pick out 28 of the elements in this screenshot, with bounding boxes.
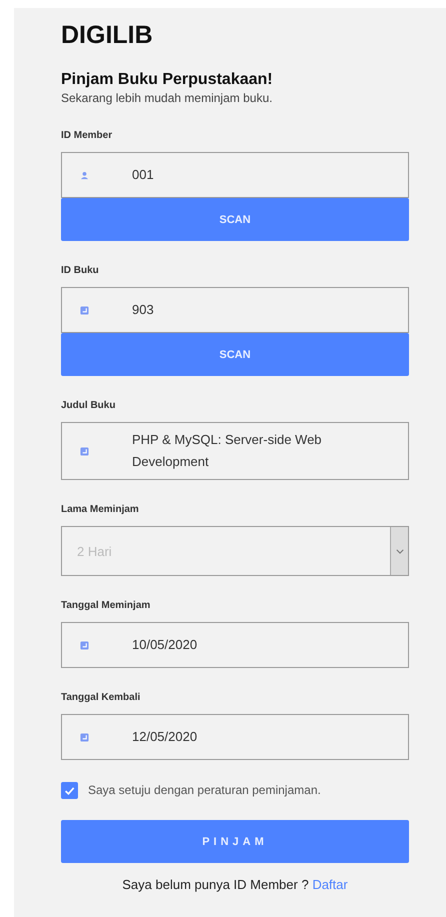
form-title: Pinjam Buku Perpustakaan! [61, 70, 274, 90]
input-field[interactable]: 12/05/2020 [61, 714, 409, 760]
square-icon [80, 446, 89, 456]
field-label: ID Member [61, 129, 114, 143]
input-field[interactable]: 903 [61, 287, 409, 333]
field-value: 10/05/2020 [132, 636, 198, 654]
input-field[interactable]: 10/05/2020 [61, 622, 409, 668]
signup-text: Saya belum punya ID Member ? Daftar [121, 877, 349, 893]
brand-title: DIGILIB [61, 20, 154, 50]
input-field[interactable]: PHP & MySQL: Server-side Web Development [61, 422, 409, 480]
checkbox-label: Saya setuju dengan peraturan peminjaman. [88, 783, 321, 797]
square-icon [80, 732, 89, 742]
field-value: 12/05/2020 [132, 728, 198, 746]
field-value: PHP & MySQL: Server-side Web Development [132, 431, 323, 471]
input-field[interactable]: 001 [61, 152, 409, 198]
field-label: Tanggal Kembali [61, 691, 142, 705]
field-value: 903 [132, 301, 154, 319]
square-icon [80, 306, 89, 314]
field-label: Judul Buku [61, 399, 116, 413]
field-label: Lama Meminjam [61, 503, 140, 517]
square-icon [80, 640, 89, 650]
form-subtitle: Sekarang lebih mudah meminjam buku. [61, 90, 274, 106]
field-value: 001 [132, 166, 154, 184]
field-label: ID Buku [61, 264, 100, 278]
user-icon [80, 170, 89, 180]
checkbox[interactable] [61, 782, 78, 798]
chevron-icon [396, 548, 404, 554]
field-label: Tanggal Meminjam [61, 599, 152, 613]
